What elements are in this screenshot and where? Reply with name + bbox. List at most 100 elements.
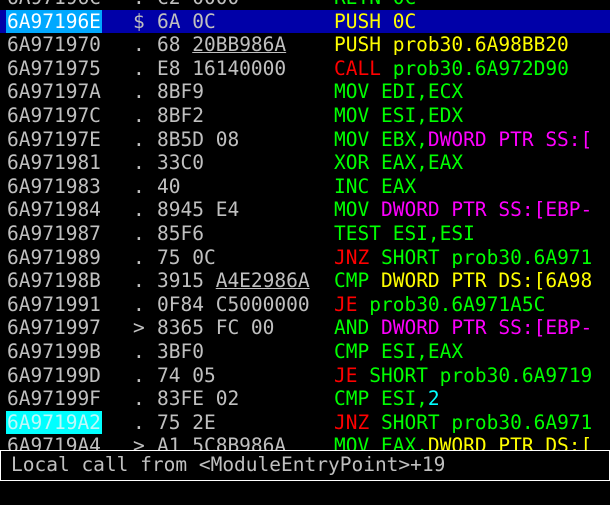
row-instruction: JE prob30.6A971A5C bbox=[334, 293, 545, 317]
row-address: 6A971989 bbox=[7, 245, 101, 269]
row-jump-marker: > bbox=[133, 434, 145, 450]
row-jump-marker: . bbox=[133, 198, 145, 222]
instruction-segment: JNZ bbox=[334, 410, 381, 434]
row-hex-bytes: E8 16140000 bbox=[157, 57, 286, 81]
row-instruction: RETN 0C bbox=[334, 0, 416, 10]
row-address: 6A97196E bbox=[6, 9, 102, 34]
row-jump-marker: $ bbox=[133, 9, 145, 33]
disasm-row[interactable]: 6A97196E $6A 0C PUSH 0C bbox=[0, 9, 610, 34]
row-hex-bytes: 40 bbox=[157, 175, 180, 199]
row-address: 6A97199B bbox=[7, 339, 101, 363]
row-instruction: MOV EDI,ECX bbox=[334, 80, 463, 104]
row-address: 6A9719A4 bbox=[7, 434, 101, 450]
row-jump-marker: . bbox=[133, 151, 145, 175]
row-instruction: CALL prob30.6A972D90 bbox=[334, 57, 569, 81]
instruction-segment: MOV EBX, bbox=[334, 127, 428, 151]
row-hex-bytes: 8BF2 bbox=[157, 104, 204, 128]
row-instruction: CMP ESI,EAX bbox=[334, 340, 463, 364]
disasm-row[interactable]: 6A971984. 8945 E4 MOV DWORD PTR SS:[EBP- bbox=[0, 198, 610, 222]
instruction-segment: TEST ESI,ESI bbox=[334, 221, 475, 245]
instruction-segment: SHORT prob30.6A971 bbox=[380, 245, 593, 269]
instruction-segment: DWORD PTR DS:[6A98 bbox=[380, 269, 593, 293]
row-jump-marker: . bbox=[133, 33, 145, 57]
row-hex-bytes: 6A 0C bbox=[157, 10, 216, 34]
row-instruction: JNZ SHORT prob30.6A971 bbox=[334, 411, 592, 435]
disasm-row[interactable]: 6A9719A2. 75 2E JNZ SHORT prob30.6A971 bbox=[0, 410, 610, 435]
disasm-row[interactable]: 6A971997 >8365 FC 00 AND DWORD PTR SS:[EBP… bbox=[0, 316, 610, 340]
disasm-row[interactable]: 6A971981. 33C0 XOR EAX,EAX bbox=[0, 151, 610, 175]
disasm-row[interactable]: 6A97197C. 8BF2 MOV ESI,EDX bbox=[0, 104, 610, 128]
instruction-segment: AND bbox=[334, 316, 381, 340]
row-address: 6A97199D bbox=[7, 363, 101, 387]
disasm-row[interactable]: 6A971975. E8 16140000 CALL prob30.6A972D90 bbox=[0, 57, 610, 81]
row-address: 6A97199F bbox=[7, 387, 101, 411]
row-address: 6A97196C bbox=[6, 0, 102, 10]
instruction-segment: RETN 0C bbox=[334, 0, 416, 9]
disasm-row[interactable]: 6A971989. 75 0C JNZ SHORT prob30.6A971 bbox=[0, 246, 610, 270]
instruction-segment: JNZ bbox=[334, 245, 381, 269]
hex-segment: 3915 bbox=[157, 269, 216, 293]
row-address: 6A971975 bbox=[7, 56, 101, 80]
instruction-segment: MOV ESI,EDX bbox=[334, 103, 464, 127]
row-jump-marker: . bbox=[133, 174, 145, 198]
hex-segment: 0F84 C5000000 bbox=[157, 292, 310, 316]
hex-segment: 75 2E bbox=[157, 410, 216, 434]
instruction-segment: CMP bbox=[334, 269, 381, 293]
hex-segment: E8 16140000 bbox=[157, 56, 287, 80]
row-instruction: PUSH 0C bbox=[334, 10, 416, 34]
row-hex-bytes: 0F84 C5000000 bbox=[157, 293, 310, 317]
row-instruction: JE SHORT prob30.6A9719 bbox=[334, 364, 592, 388]
hex-segment: 8BF9 bbox=[157, 80, 204, 104]
row-jump-marker: . bbox=[133, 0, 145, 10]
row-instruction: PUSH prob30.6A98BB20 bbox=[334, 33, 569, 57]
row-address: 6A971983 bbox=[7, 174, 101, 198]
instruction-segment: PUSH 0C bbox=[334, 9, 417, 33]
row-address: 6A97197A bbox=[7, 80, 101, 104]
instruction-segment: SHORT prob30.6A971 bbox=[380, 410, 593, 434]
hex-segment: 8945 E4 bbox=[157, 198, 240, 222]
hex-segment: 40 bbox=[157, 174, 181, 198]
row-jump-marker: . bbox=[133, 363, 145, 387]
row-hex-bytes: A1 5C8B986A bbox=[157, 434, 286, 450]
row-hex-bytes: 33C0 bbox=[157, 151, 204, 175]
disasm-row[interactable]: 6A97197A. 8BF9 MOV EDI,ECX bbox=[0, 80, 610, 104]
disasm-row[interactable]: 6A971991. 0F84 C5000000 JE prob30.6A971A5C bbox=[0, 293, 610, 317]
row-jump-marker: . bbox=[133, 292, 145, 316]
row-jump-marker: . bbox=[133, 410, 145, 434]
status-text: Local call from <ModuleEntryPoint>+19 bbox=[11, 453, 446, 476]
disasm-row[interactable]: 6A971983. 40 INC EAX bbox=[0, 175, 610, 199]
hex-segment: 33C0 bbox=[157, 151, 204, 175]
row-address: 6A971991 bbox=[7, 292, 101, 316]
row-instruction: AND DWORD PTR SS:[EBP- bbox=[334, 316, 592, 340]
row-hex-bytes: 3BF0 bbox=[157, 340, 204, 364]
hex-segment: 74 05 bbox=[157, 363, 216, 387]
status-bar: Local call from <ModuleEntryPoint>+19 bbox=[0, 450, 610, 481]
row-instruction: MOV EBX,DWORD PTR SS:[ bbox=[334, 128, 592, 152]
row-hex-bytes: 8365 FC 00 bbox=[157, 316, 274, 340]
row-instruction: CMP ESI,2 bbox=[334, 387, 440, 411]
row-hex-bytes: 74 05 bbox=[157, 364, 216, 388]
hex-segment: A4E2986A bbox=[215, 269, 310, 293]
hex-segment: 8BF2 bbox=[157, 103, 204, 127]
disasm-row[interactable]: 6A97197E. 8B5D 08 MOV EBX,DWORD PTR SS:[ bbox=[0, 128, 610, 152]
row-jump-marker: . bbox=[133, 221, 145, 245]
row-address: 6A97198B bbox=[7, 269, 101, 293]
disassembly-pane[interactable]: 6A97196C. C2 0000 RETN 0C 6A97196E $6A 0C PUS… bbox=[0, 0, 610, 450]
row-hex-bytes: C2 0000 bbox=[157, 0, 239, 10]
instruction-segment: DWORD PTR DS:[ bbox=[427, 434, 593, 450]
row-jump-marker: . bbox=[133, 80, 145, 104]
hex-segment: 3BF0 bbox=[157, 339, 204, 363]
instruction-segment: XOR EAX,EAX bbox=[334, 151, 464, 175]
row-address: 6A971970 bbox=[7, 33, 101, 57]
hex-segment: 75 0C bbox=[157, 245, 216, 269]
disasm-row[interactable]: 6A971987. 85F6 TEST ESI,ESI bbox=[0, 222, 610, 246]
disasm-row[interactable]: 6A97196C. C2 0000 RETN 0C bbox=[0, 0, 610, 10]
instruction-segment: 2 bbox=[427, 387, 440, 411]
disasm-row[interactable]: 6A971970. 68 20BB986A PUSH prob30.6A98BB20 bbox=[0, 33, 610, 57]
disasm-row[interactable]: 6A97199D. 74 05 JE SHORT prob30.6A9719 bbox=[0, 364, 610, 388]
disasm-row[interactable]: 6A97199F. 83FE 02 CMP ESI,2 bbox=[0, 387, 610, 411]
disasm-row[interactable]: 6A97198B. 3915 A4E2986A CMP DWORD PTR DS:[… bbox=[0, 269, 610, 293]
disasm-row[interactable]: 6A97199B. 3BF0 CMP ESI,EAX bbox=[0, 340, 610, 364]
disasm-row[interactable]: 6A9719A4 > A1 5C8B986A MOV EAX,DWORD PTR DS… bbox=[0, 434, 610, 450]
row-jump-marker: . bbox=[133, 387, 145, 411]
